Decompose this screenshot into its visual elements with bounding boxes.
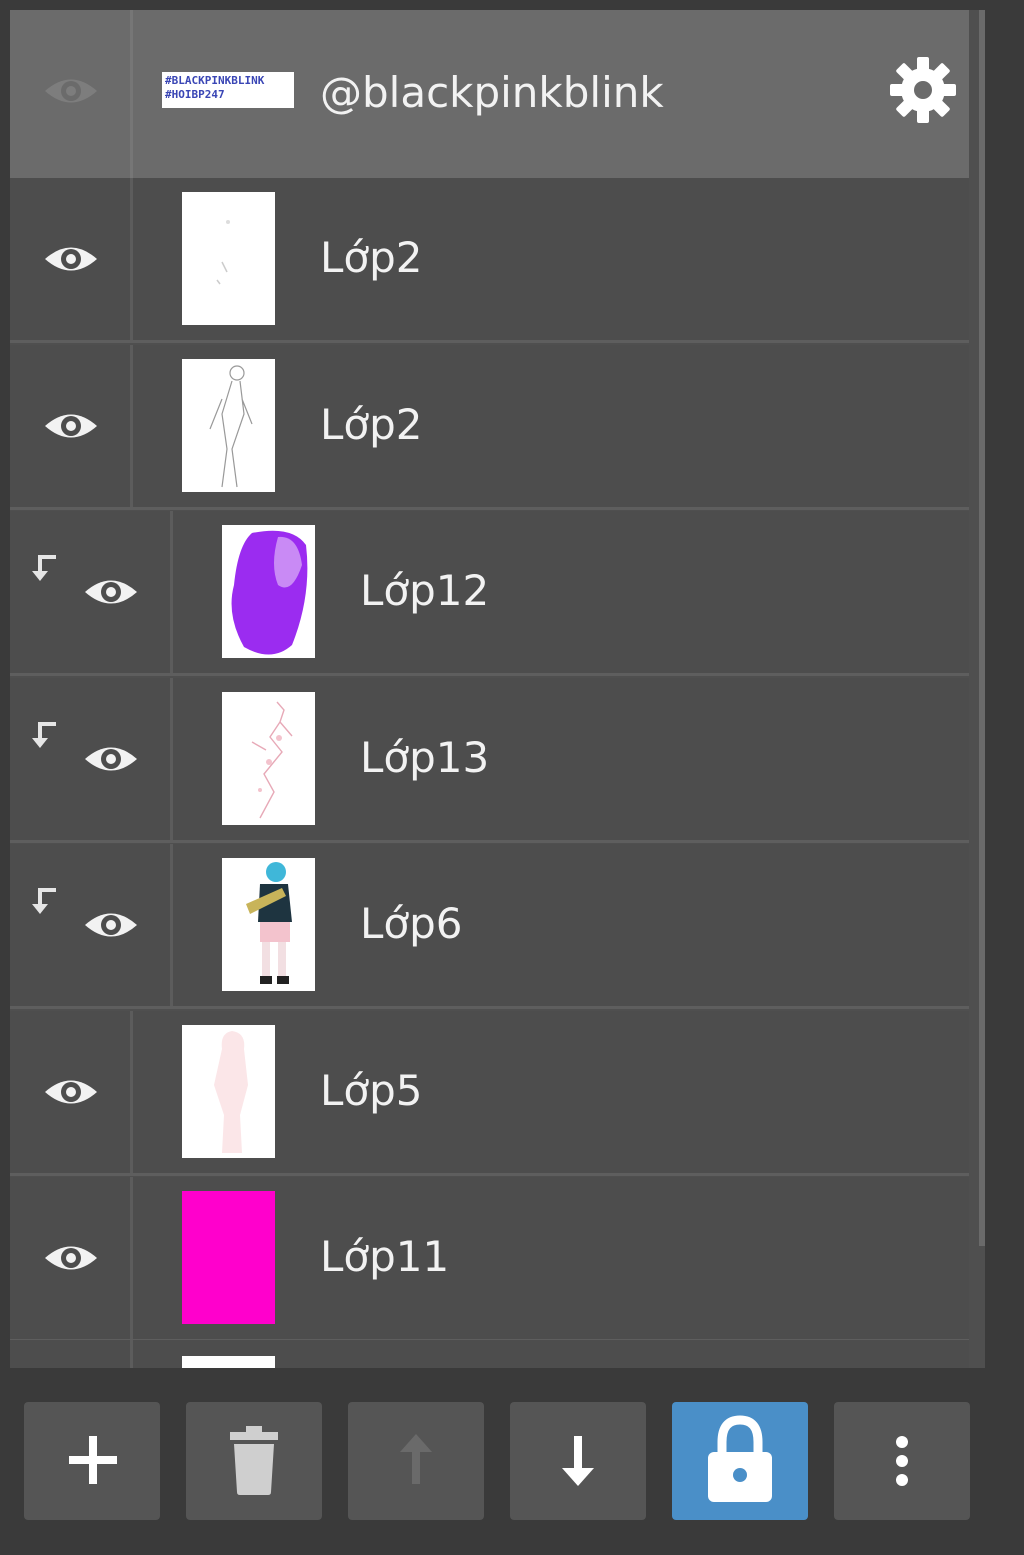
layer-thumbnail (182, 1025, 275, 1158)
plus-icon (69, 1436, 117, 1484)
gear-icon[interactable] (888, 55, 958, 125)
clipping-arrow-icon (32, 888, 56, 914)
lock-button[interactable] (672, 1402, 808, 1520)
layer-row-partial[interactable] (10, 1340, 969, 1368)
row-divider (130, 10, 133, 178)
eye-icon[interactable] (83, 742, 139, 776)
row-divider (130, 1177, 133, 1339)
eye-icon[interactable] (43, 1075, 99, 1109)
layer-name: Lớp2 (320, 400, 423, 449)
layer-thumbnail (182, 192, 275, 325)
clipping-arrow-icon (32, 555, 56, 581)
more-vertical-icon (896, 1436, 908, 1486)
layer-thumbnail (222, 692, 315, 825)
layer-name: @blackpinkblink (320, 68, 664, 117)
layer-row[interactable]: Lớp6 (10, 844, 969, 1009)
layer-thumbnail (182, 1356, 275, 1368)
move-down-button[interactable] (510, 1402, 646, 1520)
eye-icon[interactable] (43, 409, 99, 443)
eye-icon[interactable] (43, 1241, 99, 1275)
eye-icon[interactable] (83, 575, 139, 609)
layer-thumbnail (222, 858, 315, 991)
layer-name: Lớp6 (360, 899, 463, 948)
scrollbar[interactable] (979, 10, 985, 1246)
arrow-up-icon (400, 1434, 432, 1484)
row-divider (130, 345, 133, 507)
layers-panel: #BLACKPINKBLINK #HOIBP247 @blackpinkblin… (10, 10, 985, 1368)
layer-row[interactable]: Lớp13 (10, 678, 969, 843)
eye-icon[interactable] (43, 242, 99, 276)
layer-thumbnail (182, 359, 275, 492)
trash-icon (230, 1426, 278, 1495)
layer-toolbar (0, 1368, 1024, 1555)
layer-row[interactable]: Lớp5 (10, 1011, 969, 1176)
row-divider (130, 1011, 133, 1173)
layer-row[interactable]: Lớp2 (10, 178, 969, 343)
more-options-button[interactable] (834, 1402, 970, 1520)
layer-thumbnail (222, 525, 315, 658)
eye-icon[interactable] (83, 908, 139, 942)
eye-icon-dimmed[interactable] (43, 74, 99, 108)
arrow-down-icon (562, 1436, 594, 1486)
row-divider (170, 844, 173, 1006)
layer-row[interactable]: Lớp2 (10, 345, 969, 510)
layer-row[interactable]: Lớp12 (10, 511, 969, 676)
row-divider (130, 178, 133, 340)
layer-row[interactable]: Lớp11 (10, 1177, 969, 1342)
row-divider (170, 511, 173, 673)
watermark-thumbnail: #BLACKPINKBLINK #HOIBP247 (162, 72, 294, 108)
add-layer-button[interactable] (24, 1402, 160, 1520)
move-up-button[interactable] (348, 1402, 484, 1520)
row-divider (130, 1340, 133, 1368)
layer-name: Lớp11 (320, 1232, 450, 1281)
layer-row-header[interactable]: #BLACKPINKBLINK #HOIBP247 @blackpinkblin… (10, 10, 969, 178)
row-divider (170, 678, 173, 840)
lock-icon (708, 1415, 772, 1502)
clipping-arrow-icon (32, 722, 56, 748)
layer-name: Lớp13 (360, 733, 490, 782)
layer-name: Lớp5 (320, 1066, 423, 1115)
delete-layer-button[interactable] (186, 1402, 322, 1520)
layer-thumbnail (182, 1191, 275, 1324)
layer-name: Lớp12 (360, 566, 490, 615)
layer-name: Lớp2 (320, 233, 423, 282)
